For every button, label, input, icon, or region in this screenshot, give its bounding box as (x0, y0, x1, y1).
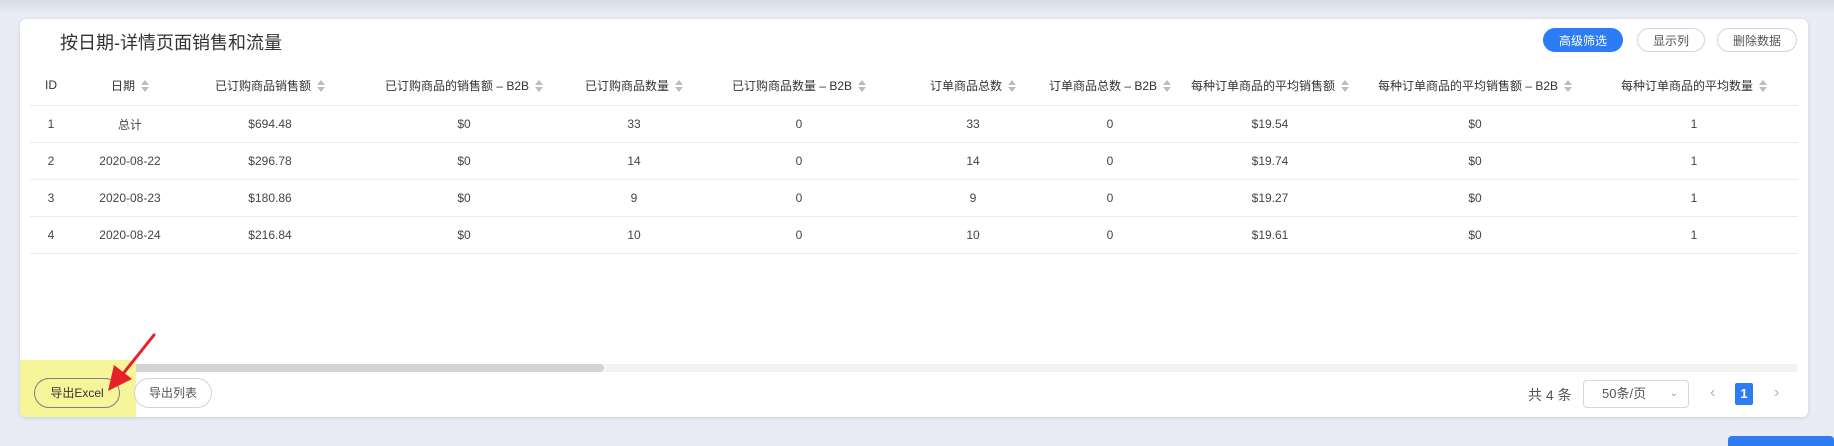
delete-data-button[interactable]: 删除数据 (1717, 28, 1797, 52)
column-header-ordered-sales-b2b[interactable]: 已订购商品的销售额 – B2B (352, 65, 576, 106)
table-row: 1 总计 $694.48 $0 33 0 33 0 $19.54 $0 1 (30, 105, 1798, 143)
table-cell: 4 (30, 216, 72, 254)
table-row: 4 2020-08-24 $216.84 $0 10 0 10 0 $19.61… (30, 216, 1798, 254)
sort-icon[interactable] (535, 80, 544, 93)
column-header-total-order-items[interactable]: 订单商品总数 (906, 65, 1040, 106)
report-card: 按日期-详情页面销售和流量 高级筛选 显示列 删除数据 ID 日期 已订购商品销… (20, 19, 1808, 417)
table-cell: 2020-08-24 (72, 216, 188, 254)
corner-button[interactable] (1728, 436, 1834, 446)
total-count: 共 4 条 (1528, 387, 1572, 403)
red-arrow-icon (108, 333, 156, 391)
table-cell: $0 (1360, 216, 1590, 254)
show-columns-button[interactable]: 显示列 (1637, 28, 1705, 52)
chevron-right-icon[interactable]: › (1774, 383, 1779, 403)
table-cell: $19.61 (1180, 216, 1360, 254)
column-header-avg-units-per-item[interactable]: 每种订单商品的平均数量 (1590, 65, 1798, 106)
page-title: 按日期-详情页面销售和流量 (60, 33, 282, 53)
sort-icon[interactable] (858, 80, 867, 93)
table-cell: 10 (906, 216, 1040, 254)
table-cell: 0 (1040, 105, 1180, 143)
page-size-value: 50条/页 (1602, 386, 1647, 401)
table-row: 3 2020-08-23 $180.86 $0 9 0 9 0 $19.27 $… (30, 179, 1798, 217)
table-cell: $0 (352, 142, 576, 180)
sort-icon[interactable] (1163, 80, 1172, 93)
table-cell: 0 (1040, 142, 1180, 180)
table-cell: 3 (30, 179, 72, 217)
table-cell: $0 (1360, 105, 1590, 143)
sort-icon[interactable] (1341, 80, 1349, 93)
table-cell: $19.54 (1180, 105, 1360, 143)
table-cell: 总计 (72, 105, 188, 143)
table-cell: $0 (1360, 179, 1590, 217)
table-cell: 1 (30, 105, 72, 143)
table-cell: 0 (692, 179, 906, 217)
chevron-down-icon: ⌄ (1669, 388, 1678, 399)
table-cell: 1 (1590, 179, 1798, 217)
table-cell: 9 (576, 179, 692, 217)
table-cell: 9 (906, 179, 1040, 217)
table-cell: 2020-08-22 (72, 142, 188, 180)
table-cell: $0 (352, 216, 576, 254)
table-cell: 10 (576, 216, 692, 254)
table-cell: 0 (1040, 179, 1180, 217)
table-cell: 0 (692, 142, 906, 180)
table-cell: $216.84 (188, 216, 352, 254)
table-cell: 2020-08-23 (72, 179, 188, 217)
column-header-date[interactable]: 日期 (72, 65, 188, 106)
sort-icon[interactable] (675, 80, 683, 93)
table-header-row: ID 日期 已订购商品销售额 已订购商品的销售额 – B2B 已订购商品数量 已… (30, 65, 1798, 106)
column-header-ordered-units[interactable]: 已订购商品数量 (576, 65, 692, 106)
column-header-avg-sales-per-item-b2b[interactable]: 每种订单商品的平均销售额 – B2B (1360, 65, 1590, 106)
table-cell: $180.86 (188, 179, 352, 217)
data-table: ID 日期 已订购商品销售额 已订购商品的销售额 – B2B 已订购商品数量 已… (30, 65, 1798, 254)
table-cell: 33 (576, 105, 692, 143)
table-row: 2 2020-08-22 $296.78 $0 14 0 14 0 $19.74… (30, 142, 1798, 180)
table-cell: $19.27 (1180, 179, 1360, 217)
column-header-ordered-sales[interactable]: 已订购商品销售额 (188, 65, 352, 106)
table-cell: 2 (30, 142, 72, 180)
column-header-id: ID (30, 65, 72, 106)
table-cell: 0 (692, 105, 906, 143)
top-shade (0, 0, 1834, 14)
sort-icon[interactable] (1564, 80, 1573, 93)
table-cell: $694.48 (188, 105, 352, 143)
table-cell: 33 (906, 105, 1040, 143)
table-cell: 1 (1590, 142, 1798, 180)
chevron-left-icon[interactable]: ‹ (1710, 383, 1715, 403)
table-cell: $0 (352, 179, 576, 217)
table-cell: 1 (1590, 216, 1798, 254)
table-cell: $19.74 (1180, 142, 1360, 180)
page-size-select[interactable]: 50条/页 ⌄ (1583, 380, 1689, 408)
table-cell: $0 (352, 105, 576, 143)
table-cell: $296.78 (188, 142, 352, 180)
table-cell: 1 (1590, 105, 1798, 143)
sort-icon[interactable] (141, 80, 149, 93)
table-cell: 14 (576, 142, 692, 180)
column-header-total-order-items-b2b[interactable]: 订单商品总数 – B2B (1040, 65, 1180, 106)
sort-icon[interactable] (317, 80, 325, 93)
column-header-avg-sales-per-item[interactable]: 每种订单商品的平均销售额 (1180, 65, 1360, 106)
table-cell: 14 (906, 142, 1040, 180)
page-number-current[interactable]: 1 (1735, 383, 1753, 405)
column-header-ordered-units-b2b[interactable]: 已订购商品数量 – B2B (692, 65, 906, 106)
table-cell: $0 (1360, 142, 1590, 180)
advanced-filter-button[interactable]: 高级筛选 (1543, 28, 1623, 52)
table-cell: 0 (1040, 216, 1180, 254)
sort-icon[interactable] (1759, 80, 1767, 93)
sort-icon[interactable] (1008, 80, 1016, 93)
table-cell: 0 (692, 216, 906, 254)
